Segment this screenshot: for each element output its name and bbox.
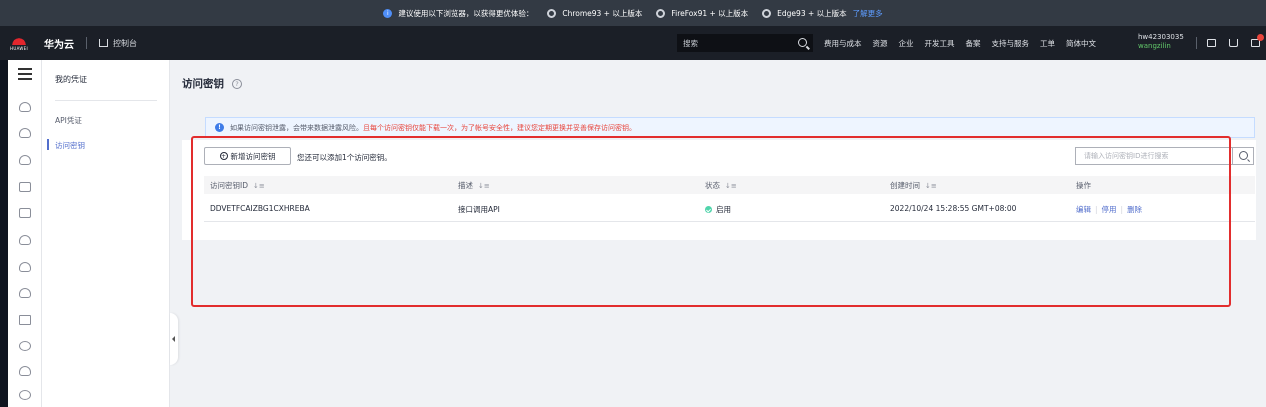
sidebar-divider: [55, 100, 157, 101]
nav-dev-tools[interactable]: 开发工具: [925, 38, 955, 49]
service-icon-rail: [8, 60, 42, 407]
nav-icp[interactable]: 备案: [966, 38, 981, 49]
cloud-service-icon[interactable]: [19, 235, 31, 245]
nav-support[interactable]: 支持与服务: [992, 38, 1030, 49]
header-divider: [1196, 37, 1197, 49]
sidebar-title: 我的凭证: [55, 75, 87, 84]
notification-badge: [1257, 34, 1264, 41]
monitor-icon[interactable]: [19, 182, 31, 192]
nav-language[interactable]: 简体中文: [1066, 38, 1096, 49]
cloud-service-icon[interactable]: [19, 262, 31, 272]
info-icon: !: [215, 123, 224, 132]
cloud-service-icon[interactable]: [19, 366, 31, 376]
cloud-service-icon[interactable]: [19, 288, 31, 298]
learn-more-link[interactable]: 了解更多: [853, 8, 883, 19]
left-edge-strip: [0, 60, 8, 407]
nav-enterprise[interactable]: 企业: [899, 38, 914, 49]
security-alert: ! 如果访问密钥泄露，会带来数据泄露风险。 且每个访问密钥仅能下载一次，为了帐号…: [205, 117, 1255, 138]
search-button[interactable]: [1232, 147, 1254, 165]
sidebar-item-api-credentials[interactable]: API凭证: [55, 115, 82, 126]
browser-recommendation-banner: i 建议使用以下浏览器，以获得更优体验： Chrome93 + 以上版本 Fir…: [0, 0, 1266, 26]
database-icon[interactable]: [19, 155, 31, 165]
header-nav: 费用与成本 资源 企业 开发工具 备案 支持与服务 工单 简体中文: [824, 26, 1107, 60]
top-header: HUAWEI 华为云 控制台 搜索 费用与成本 资源 企业 开发工具 备案 支持…: [0, 26, 1266, 60]
brand-name[interactable]: 华为云: [44, 36, 74, 51]
firefox-browser: FireFox91 + 以上版本: [656, 8, 748, 19]
huawei-logo-icon: [12, 35, 26, 45]
page-title: 访问密钥 ?: [182, 76, 242, 91]
parking-icon[interactable]: [19, 341, 31, 351]
cart-icon[interactable]: [1229, 39, 1238, 47]
alert-text: 如果访问密钥泄露，会带来数据泄露风险。: [230, 123, 363, 132]
home-icon: [99, 39, 108, 47]
menu-icon[interactable]: [18, 68, 32, 80]
credential-sidebar: 我的凭证 API凭证 访问密钥: [42, 60, 170, 407]
nav-tickets[interactable]: 工单: [1040, 38, 1055, 49]
username: wangzilin: [1138, 42, 1171, 50]
chrome-icon: [547, 8, 557, 18]
screen-icon[interactable]: [1207, 39, 1216, 47]
sidebar-item-access-keys[interactable]: 访问密钥: [55, 140, 85, 151]
user-account-menu[interactable]: hw42303035 wangzilin: [1138, 33, 1184, 51]
info-icon: i: [383, 8, 393, 18]
alert-warning-text: 且每个访问密钥仅能下载一次，为了帐号安全性，建议您定期更换并妥善保存访问密钥。: [363, 123, 636, 132]
anchor-icon[interactable]: [19, 315, 31, 325]
cloud-service-icon[interactable]: [19, 128, 31, 138]
header-divider: [86, 37, 87, 49]
banner-message: 建议使用以下浏览器，以获得更优体验：: [398, 8, 534, 18]
storage-icon[interactable]: [19, 208, 31, 218]
message-icon[interactable]: [1251, 34, 1264, 47]
chrome-browser: Chrome93 + 以上版本: [547, 8, 642, 19]
active-indicator: [47, 139, 49, 150]
header-icons: [1196, 26, 1266, 60]
globe-icon[interactable]: [19, 390, 31, 400]
account-id: hw42303035: [1138, 33, 1184, 41]
nav-billing[interactable]: 费用与成本: [824, 38, 862, 49]
firefox-icon: [656, 8, 666, 18]
sidebar-collapse-toggle[interactable]: [170, 313, 178, 365]
search-icon[interactable]: [798, 38, 807, 47]
huawei-logo[interactable]: HUAWEI: [0, 26, 38, 60]
header-search-input[interactable]: 搜索: [677, 34, 813, 52]
help-icon[interactable]: ?: [232, 78, 242, 89]
console-link[interactable]: 控制台: [99, 38, 137, 49]
nav-resources[interactable]: 资源: [873, 38, 888, 49]
cloud-service-icon[interactable]: [19, 102, 31, 112]
highlight-annotation-box: [191, 136, 1231, 307]
edge-icon: [762, 8, 772, 18]
edge-browser: Edge93 + 以上版本: [762, 8, 847, 19]
